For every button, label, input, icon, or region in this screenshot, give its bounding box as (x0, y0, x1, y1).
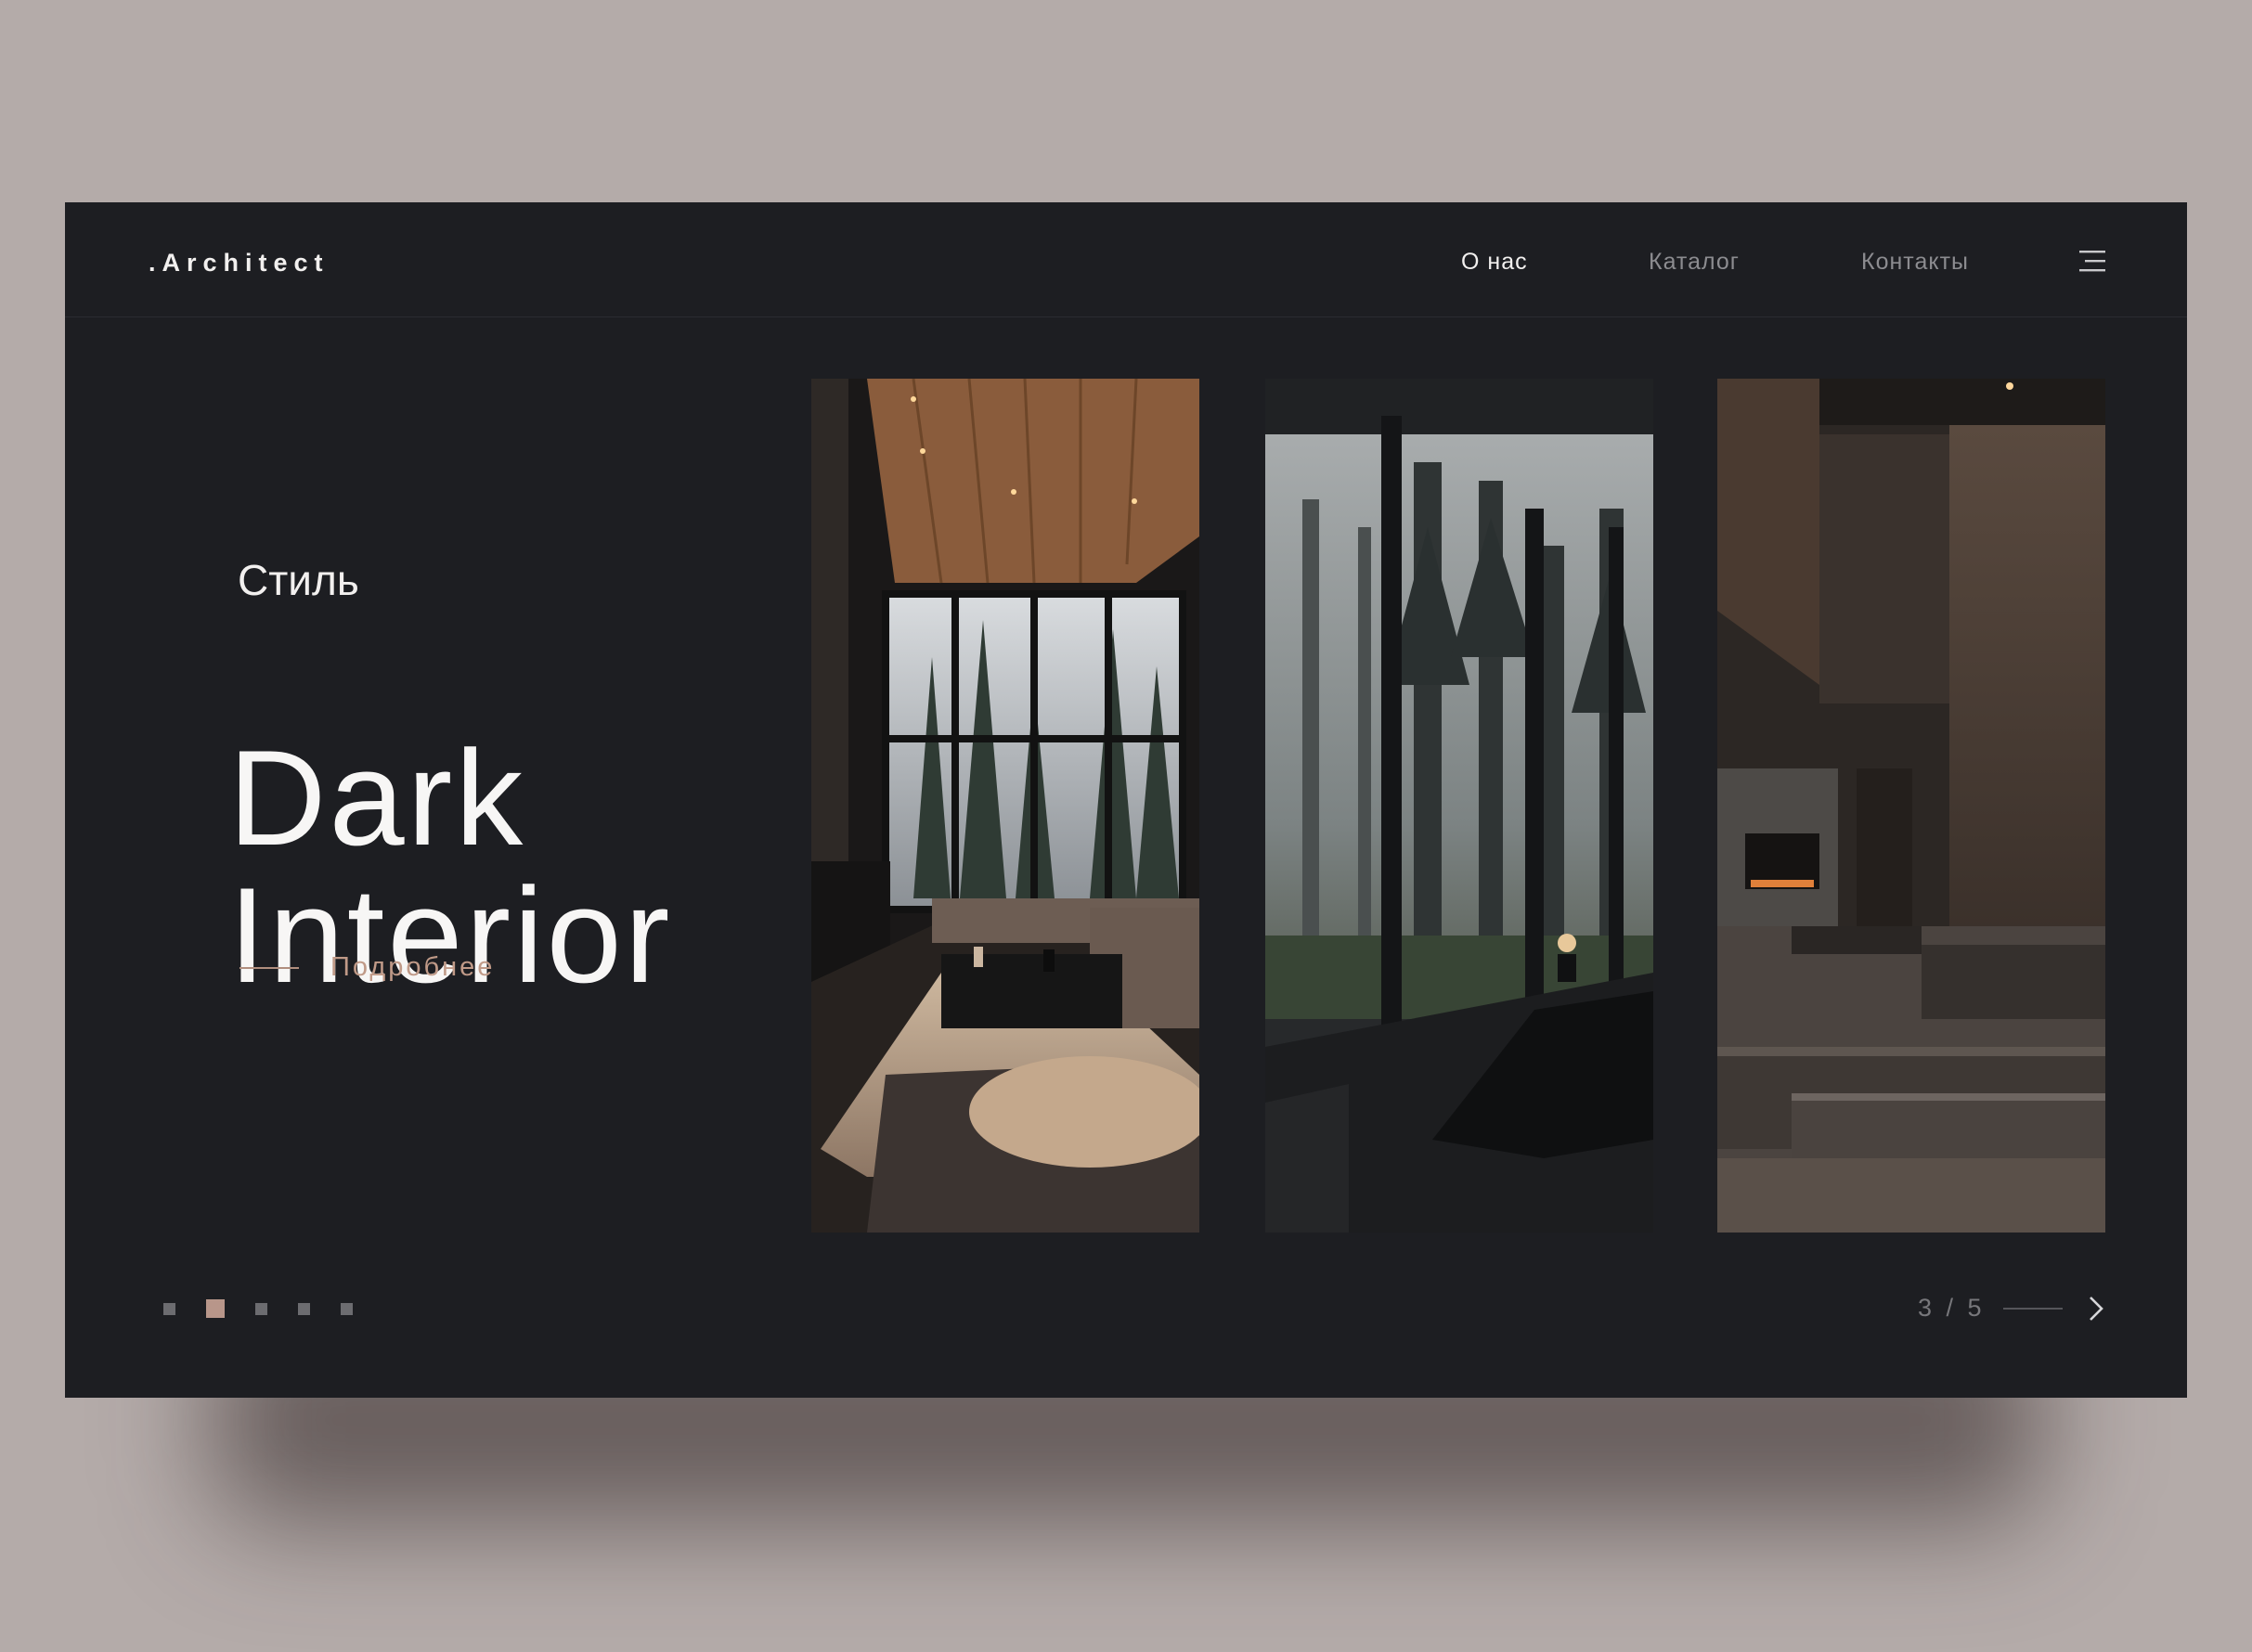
slide-counter-divider (2003, 1308, 2063, 1310)
brand-logo[interactable]: .Architect (149, 249, 330, 277)
hero-subtitle: Стиль (238, 556, 359, 604)
pagination-dot-1[interactable] (163, 1302, 175, 1315)
living-room-photo[interactable] (811, 379, 1199, 1233)
website-frame: .Architect О нас Каталог Контакты Стиль … (65, 202, 2187, 1398)
pagination-dot-4[interactable] (298, 1302, 310, 1315)
pagination-dot-5[interactable] (341, 1302, 353, 1315)
pagination-dot-3[interactable] (255, 1302, 267, 1315)
hamburger-menu-icon[interactable] (2076, 247, 2109, 277)
nav-link-catalog[interactable]: Каталог (1649, 249, 1740, 276)
chevron-right-icon[interactable] (2083, 1294, 2109, 1323)
nav-link-about[interactable]: О нас (1461, 249, 1528, 276)
more-link-line (239, 966, 299, 969)
hero-title-line-2: Interior (228, 858, 673, 1011)
pagination-dot-2[interactable] (206, 1299, 225, 1318)
nav-link-contacts[interactable]: Контакты (1861, 249, 1969, 276)
header-divider (65, 316, 2187, 317)
more-link-label: Подробнее (330, 952, 496, 982)
hero-title-line-1: Dark (228, 721, 526, 873)
more-link[interactable]: Подробнее (239, 952, 495, 983)
slide-pagination (163, 1299, 383, 1318)
foggy-forest-bedroom-photo[interactable] (1265, 379, 1653, 1233)
slide-counter: 3 / 5 (1918, 1294, 1986, 1322)
concrete-stairs-interior-photo[interactable] (1717, 379, 2105, 1233)
